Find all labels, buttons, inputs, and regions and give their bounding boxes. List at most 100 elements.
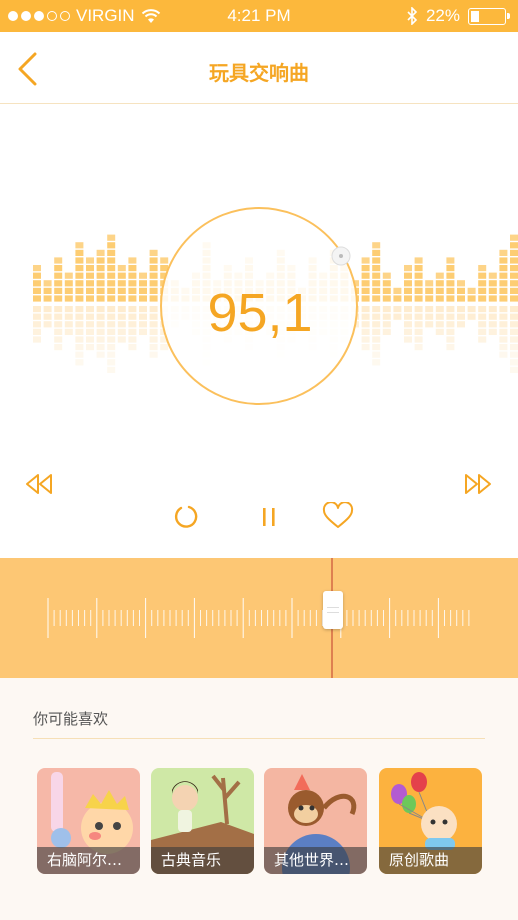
recommend-card[interactable]: 右脑阿尔… [37, 768, 140, 874]
eq-cell [139, 280, 147, 287]
eq-reflection [117, 321, 126, 328]
eq-reflection [64, 328, 73, 335]
eq-reflection [75, 306, 84, 313]
eq-reflection [510, 336, 518, 343]
recommend-card[interactable]: 古典音乐 [151, 768, 254, 874]
eq-reflection [457, 313, 465, 320]
eq-reflection [86, 336, 94, 343]
eq-reflection [488, 328, 497, 335]
eq-cell [478, 265, 487, 272]
eq-cell [64, 287, 73, 294]
eq-reflection [96, 321, 105, 328]
eq-reflection [96, 313, 105, 320]
eq-reflection [361, 313, 370, 320]
eq-cell [96, 280, 105, 287]
eq-reflection [33, 313, 41, 320]
heart-icon[interactable] [322, 502, 354, 530]
eq-cell [54, 295, 63, 302]
eq-cell [467, 287, 476, 294]
eq-cell [478, 272, 487, 279]
eq-cell [43, 295, 52, 302]
tuner-knob[interactable] [323, 591, 343, 629]
eq-reflection [435, 306, 444, 313]
eq-reflection [478, 328, 487, 335]
recommend-card[interactable]: 原创歌曲 [379, 768, 482, 874]
eq-reflection [372, 351, 381, 358]
eq-cell [128, 257, 137, 264]
eq-cell [499, 272, 508, 279]
recommend-card[interactable]: 其他世界… [264, 768, 367, 874]
eq-cell [64, 280, 73, 287]
eq-cell [96, 249, 105, 256]
eq-reflection [75, 359, 84, 366]
eq-cell [361, 272, 370, 279]
eq-cell [510, 295, 518, 302]
eq-cell [107, 280, 116, 287]
eq-reflection [128, 344, 137, 351]
eq-cell [75, 265, 84, 272]
eq-reflection [139, 306, 147, 313]
eq-reflection [117, 328, 126, 335]
eq-reflection [499, 321, 508, 328]
eq-reflection [446, 336, 455, 343]
eq-cell [75, 295, 84, 302]
eq-cell [160, 257, 169, 264]
eq-cell [361, 280, 370, 287]
eq-cell [446, 257, 455, 264]
eq-cell [488, 280, 497, 287]
eq-reflection [107, 336, 116, 343]
eq-cell [117, 265, 126, 272]
eq-cell [33, 272, 41, 279]
eq-reflection [478, 306, 487, 313]
eq-reflection [372, 313, 381, 320]
rewind-icon[interactable] [25, 473, 53, 495]
eq-reflection [128, 328, 137, 335]
eq-reflection [404, 313, 412, 320]
eq-cell [128, 287, 137, 294]
eq-cell [499, 295, 508, 302]
eq-cell [117, 287, 126, 294]
loop-icon[interactable] [173, 503, 201, 531]
eq-cell [499, 249, 508, 256]
eq-cell [372, 287, 381, 294]
eq-cell [43, 280, 52, 287]
eq-cell [107, 295, 116, 302]
eq-cell [149, 257, 158, 264]
eq-cell [361, 295, 370, 302]
eq-cell [372, 265, 381, 272]
eq-cell [435, 295, 444, 302]
eq-reflection [54, 328, 63, 335]
eq-reflection [435, 321, 444, 328]
eq-reflection [510, 306, 518, 313]
bluetooth-icon [407, 7, 418, 25]
eq-reflection [33, 306, 41, 313]
eq-reflection [446, 306, 455, 313]
eq-cell [75, 249, 84, 256]
eq-reflection [457, 321, 465, 328]
eq-cell [96, 295, 105, 302]
eq-cell [96, 287, 105, 294]
frequency-tuner[interactable] [0, 558, 518, 678]
eq-cell [117, 295, 126, 302]
eq-reflection [404, 336, 412, 343]
card-title: 原创歌曲 [379, 847, 482, 874]
eq-reflection [96, 344, 105, 351]
eq-cell [149, 265, 158, 272]
eq-reflection [54, 313, 63, 320]
eq-cell [372, 257, 381, 264]
eq-reflection [75, 328, 84, 335]
eq-reflection [139, 328, 147, 335]
eq-cell [372, 280, 381, 287]
eq-cell [54, 272, 63, 279]
pause-icon[interactable] [260, 506, 278, 528]
eq-reflection [488, 306, 497, 313]
eq-reflection [510, 321, 518, 328]
eq-cell [457, 280, 465, 287]
recommend-section: 你可能喜欢 右脑阿尔… 古典音乐 其他世界… 原创歌曲 [0, 678, 518, 920]
eq-cell [86, 272, 94, 279]
eq-reflection [414, 328, 423, 335]
eq-reflection [43, 313, 52, 320]
eq-cell [361, 257, 370, 264]
fast-forward-icon[interactable] [464, 473, 492, 495]
eq-reflection [488, 321, 497, 328]
